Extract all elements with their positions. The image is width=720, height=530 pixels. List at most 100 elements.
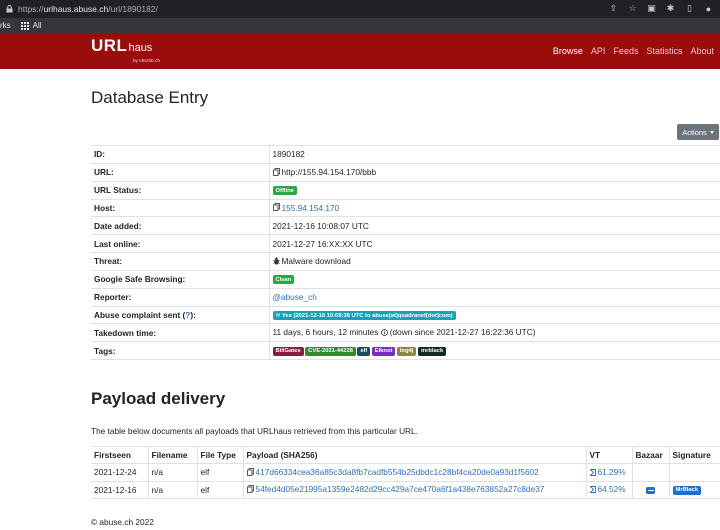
url-field[interactable]: https://urlhaus.abuse.ch/url/1890182/ (18, 4, 158, 14)
row-key: Threat: (91, 252, 269, 271)
table-row: Date added: 2021-12-16 10:08:07 UTC (91, 216, 720, 235)
col-header: Bazaar (631, 446, 669, 464)
url-value: http://155.94.154.170/bbb (281, 166, 377, 177)
lock-icon (4, 4, 14, 14)
sha256-cell: 54fed4d05e21995a1359e2482d29cc429a7ce470… (242, 480, 586, 499)
table-row: ID: 1890182 (91, 145, 720, 164)
copy-icon[interactable] (272, 203, 280, 213)
row-value-reporter: @abuse_ch (268, 287, 720, 307)
row-key: Tags: (91, 341, 269, 361)
vt-cell: 61.29% (585, 463, 632, 481)
puzzle-icon[interactable]: ✱ (665, 3, 676, 14)
row-key: Reporter: (91, 287, 269, 307)
footer-copyright: © abuse.ch 2022 (91, 517, 154, 527)
row-key: Host: (91, 198, 269, 217)
tag-badge[interactable]: log4j (396, 346, 417, 356)
row-key: URL: (91, 162, 269, 182)
vt-cell: 64.52% (585, 480, 632, 499)
firstseen-cell: 2021-12-24 (91, 463, 148, 481)
tag-badge[interactable]: Elknot (371, 346, 396, 356)
apps-grid-icon (20, 21, 29, 30)
signature-cell: MrBlack (668, 480, 720, 499)
table-row: URL Status: Offline (91, 180, 720, 200)
sha256-link[interactable]: 54fed4d05e21995a1359e2482d29cc429a7ce470… (256, 484, 545, 494)
threat-value: Malware download (281, 256, 351, 267)
row-key: Google Safe Browsing: (91, 269, 269, 289)
copy-icon[interactable] (246, 467, 254, 478)
bug-icon (272, 257, 280, 267)
row-value-last-online: 2021-12-27 16:XX:XX UTC (268, 234, 720, 253)
nav-api[interactable]: API (591, 46, 606, 56)
star-icon[interactable]: ☆ (627, 3, 638, 14)
row-key: URL Status: (91, 180, 269, 200)
copy-icon[interactable] (272, 167, 280, 178)
filetype-cell: elf (196, 463, 243, 481)
copy-icon[interactable] (246, 485, 254, 495)
signature-badge[interactable]: MrBlack (672, 485, 702, 495)
row-value-safe-browsing: Clean (268, 269, 720, 289)
signature-cell (668, 463, 720, 481)
row-value-date-added: 2021-12-16 10:08:07 UTC (268, 216, 720, 235)
nav-browse[interactable]: Browse (553, 46, 583, 56)
tag-badge[interactable]: mrblack (417, 346, 447, 356)
payload-table: Firstseen Filename File Type Payload (SH… (91, 446, 720, 499)
tag-badge[interactable]: CVE-2021-44228 (305, 346, 356, 356)
bazaar-icon[interactable] (646, 487, 655, 495)
payload-description: The table below documents all payloads t… (91, 426, 418, 436)
col-header: Filename (147, 446, 197, 464)
vt-link[interactable]: 64.52% (598, 484, 626, 494)
bookmark-all[interactable]: All (20, 21, 42, 30)
host-link[interactable]: 155.94.154.170 (282, 203, 340, 213)
row-value-takedown: 11 days, 6 hours, 12 minutes (down since… (268, 323, 720, 342)
actions-dropdown-button[interactable]: Actions (677, 124, 719, 140)
vt-link[interactable]: 61.29% (598, 467, 626, 477)
table-row: Takedown time: 11 days, 6 hours, 12 minu… (91, 323, 720, 342)
site-navbar: URLhaus by ABUSE.ch Browse API Feeds Sta… (0, 33, 720, 69)
table-row: Tags: BillGates CVE-2021-44228 elf Elknot lo… (91, 341, 720, 361)
browser-address-bar: https://urlhaus.abuse.ch/url/1890182/ ⇪ … (0, 0, 720, 18)
table-row: 2021-12-24 n/a elf 417d66334cea36a85c3da… (91, 463, 720, 481)
entry-table: ID: 1890182 URL: http://155.94.154.170/b… (91, 145, 720, 361)
firstseen-cell: 2021-12-16 (91, 480, 148, 499)
nav-about[interactable]: About (690, 46, 714, 56)
reporter-link[interactable]: @abuse_ch (273, 292, 317, 302)
caret-down-icon (709, 130, 714, 134)
row-key: Last online: (91, 234, 269, 253)
row-value-host: 155.94.154.170 (268, 198, 720, 217)
filetype-cell: elf (196, 480, 243, 499)
table-row: Abuse complaint sent (?): ✉ Yes (2021-12… (91, 305, 720, 324)
table-header-row: Firstseen Filename File Type Payload (SH… (91, 446, 720, 464)
table-row: Host: 155.94.154.170 (91, 198, 720, 217)
nav-feeds[interactable]: Feeds (613, 46, 638, 56)
col-header: Payload (SHA256) (242, 446, 586, 464)
row-value-id: 1890182 (268, 145, 720, 164)
nav-statistics[interactable]: Statistics (646, 46, 682, 56)
row-value-status: Offline (268, 180, 720, 200)
sidebar-icon[interactable]: ▯ (684, 3, 695, 14)
bookmarks-bar: rks All (0, 18, 720, 33)
sha256-link[interactable]: 417d66334cea36a85c3da8fb7cadfb554b25dbdc… (256, 467, 539, 477)
table-row: 2021-12-16 n/a elf 54fed4d05e21995a1359e… (91, 480, 720, 499)
tag-badge[interactable]: elf (357, 346, 371, 356)
bazaar-cell (631, 463, 669, 481)
row-value-url: http://155.94.154.170/bbb (268, 162, 720, 182)
complaint-badge: ✉ Yes (2021-12-16 10:09:38 UTC to abuse[… (272, 311, 456, 321)
table-row: Reporter: @abuse_ch (91, 287, 720, 307)
clean-badge: Clean (272, 275, 295, 285)
page-title: Database Entry (91, 88, 209, 107)
row-key: ID: (91, 145, 269, 164)
row-value-complaint: ✉ Yes (2021-12-16 10:09:38 UTC to abuse[… (268, 305, 720, 324)
profile-icon[interactable]: ● (703, 3, 714, 14)
row-key: Abuse complaint sent (?): (91, 305, 269, 324)
table-row: URL: http://155.94.154.170/bbb (91, 162, 720, 182)
payload-section-title: Payload delivery (91, 389, 226, 408)
filename-cell: n/a (147, 480, 197, 499)
urlhaus-logo[interactable]: URLhaus by ABUSE.ch (91, 36, 160, 63)
bookmark-item[interactable]: rks (0, 21, 11, 30)
col-header: VT (585, 446, 632, 464)
share-icon[interactable]: ⇪ (608, 3, 619, 14)
tag-badge[interactable]: BillGates (272, 346, 304, 356)
info-icon (380, 328, 388, 338)
extension-icon[interactable]: ▣ (646, 3, 657, 14)
table-row: Threat: Malware download (91, 252, 720, 271)
